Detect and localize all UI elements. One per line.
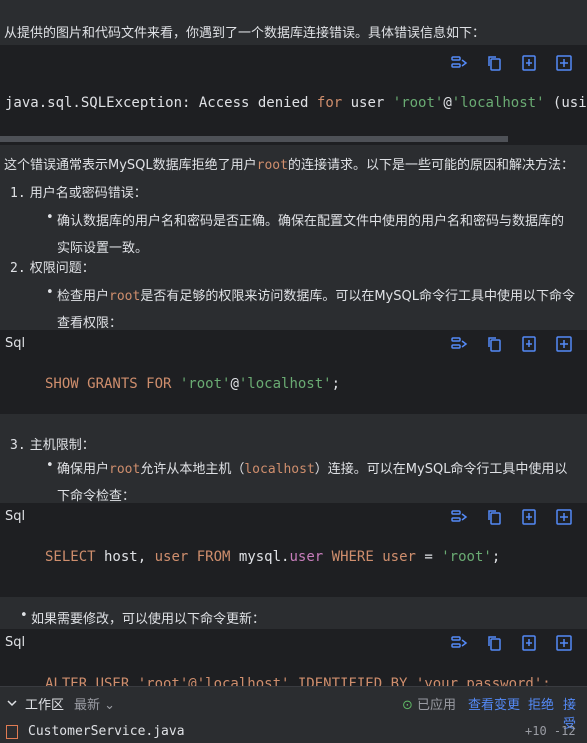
copy-icon[interactable] [485, 634, 503, 652]
latest-dropdown[interactable]: 最新 ⌄ [74, 694, 115, 713]
copy-icon[interactable] [485, 335, 503, 353]
new-file-icon[interactable] [520, 54, 538, 72]
reject-link[interactable]: 拒绝 [528, 694, 554, 713]
bullet-text-2: 检查用户root是否有足够的权限来访问数据库。可以在MySQL命令行工具中使用以… [57, 289, 575, 331]
sql-code-block-3: Sql ALTER USER 'root'@'localhost' IDENTI… [0, 629, 587, 687]
workspace-label[interactable]: 工作区 [25, 694, 64, 713]
intro-text: 从提供的图片和代码文件来看，你遇到了一个数据库连接错误。具体错误信息如下： [4, 26, 486, 41]
insert-at-cursor-icon[interactable] [450, 508, 468, 526]
sql-line-1: SHOW GRANTS FOR 'root'@'localhost'; [45, 376, 341, 392]
horizontal-scrollbar[interactable] [0, 136, 508, 142]
error-code-line: java.sql.SQLException: Access denied for… [5, 95, 587, 111]
file-icon [6, 725, 18, 739]
applied-status: ⊙ 已应用 [402, 698, 457, 713]
explain-text: 这个错误通常表示MySQL数据库拒绝了用户root的连接请求。以下是一些可能的原… [4, 158, 574, 173]
exception-name: java.sql.SQLException [5, 95, 183, 111]
bullet-4: • [20, 608, 28, 623]
list-item-2: 2. 权限问题： [10, 261, 95, 276]
code-language: Sql [5, 336, 26, 351]
bullet-1: • [46, 210, 54, 225]
code-language: Sql [5, 635, 26, 650]
view-changes-link[interactable]: 查看变更 [468, 694, 520, 713]
bullet-3: • [46, 458, 54, 473]
expand-icon[interactable] [555, 54, 573, 72]
copy-icon[interactable] [485, 54, 503, 72]
list-item-3: 3. 主机限制： [10, 438, 95, 453]
bullet-text-3: 确保用户root允许从本地主机（localhost）连接。可以在MySQL命令行… [57, 462, 568, 504]
code-language: Sql [5, 509, 26, 524]
insert-at-cursor-icon[interactable] [450, 335, 468, 353]
new-file-icon[interactable] [520, 508, 538, 526]
insert-at-cursor-icon[interactable] [450, 634, 468, 652]
file-name: CustomerService.java [28, 724, 185, 739]
new-file-icon[interactable] [520, 634, 538, 652]
list-item-1: 1. 用户名或密码错误： [10, 186, 147, 201]
chevron-down-icon: ⌄ [104, 698, 116, 713]
copy-icon[interactable] [485, 508, 503, 526]
bullet-2: • [46, 285, 54, 300]
bullet-text-4: 如果需要修改，可以使用以下命令更新： [31, 612, 266, 627]
bullet-text-1: 确认数据库的用户名和密码是否正确。确保在配置文件中使用的用户名和密码与数据库的实… [57, 214, 565, 256]
chevron-down-icon[interactable] [6, 697, 18, 709]
sql-line-2: SELECT host, user FROM mysql.user WHERE … [45, 549, 501, 565]
code-toolbar [0, 49, 587, 77]
new-file-icon[interactable] [520, 335, 538, 353]
bottom-panel: 工作区 最新 ⌄ ⊙ 已应用 查看变更 拒绝 接受 CustomerServic… [0, 686, 587, 739]
expand-icon[interactable] [555, 508, 573, 526]
changed-file-row[interactable]: CustomerService.java +10 -12 [0, 723, 587, 743]
expand-icon[interactable] [555, 335, 573, 353]
sql-code-block-1: Sql SHOW GRANTS FOR 'root'@'localhost'; [0, 330, 587, 414]
insert-at-cursor-icon[interactable] [450, 54, 468, 72]
expand-icon[interactable] [555, 634, 573, 652]
check-circle-icon: ⊙ [402, 698, 413, 713]
code-tools [450, 54, 573, 72]
error-code-block: java.sql.SQLException: Access denied for… [0, 45, 587, 145]
sql-code-block-2: Sql SELECT host, user FROM mysql.user WH… [0, 503, 587, 597]
